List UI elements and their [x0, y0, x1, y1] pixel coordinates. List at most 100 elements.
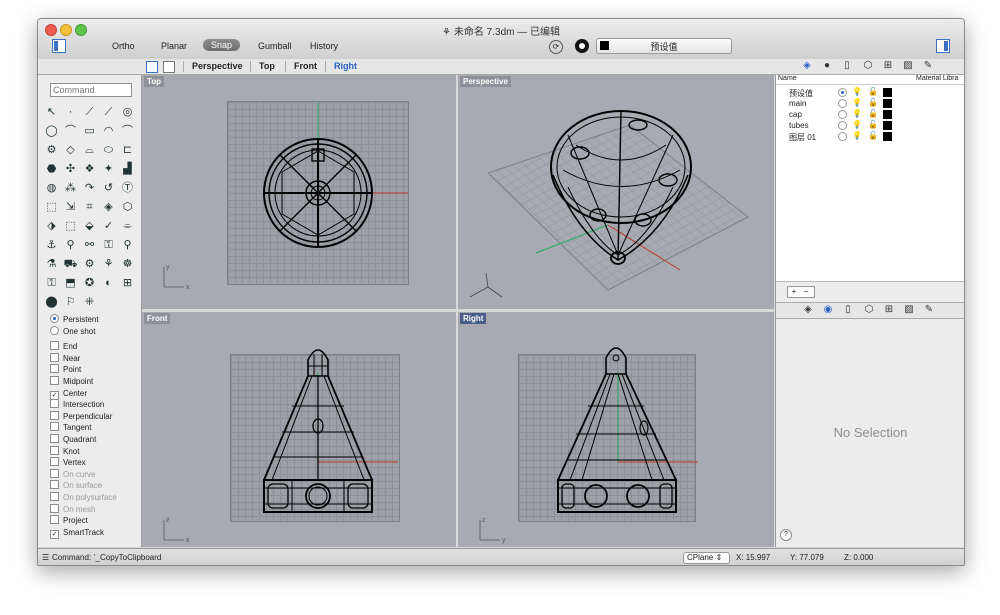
remove-layer-button[interactable]: −: [800, 287, 812, 297]
current-layer-radio[interactable]: [838, 88, 847, 97]
four-viewport-icon[interactable]: [146, 61, 158, 73]
checkbox[interactable]: [50, 375, 59, 385]
tab-perspective[interactable]: Perspective: [192, 61, 243, 71]
layer-row[interactable]: 图层 01 💡 🔓: [776, 131, 964, 142]
tool-icon[interactable]: ⬣: [43, 161, 60, 178]
osnap-midpoint[interactable]: Midpoint: [50, 375, 140, 388]
current-layer-radio[interactable]: [838, 121, 847, 130]
viewport-grid-icon[interactable]: ⊞: [883, 304, 895, 316]
layer-color-swatch[interactable]: [883, 132, 892, 141]
viewport-right[interactable]: z y Right: [458, 312, 774, 547]
lightbulb-icon[interactable]: 💡: [852, 131, 862, 140]
material-icon[interactable]: ▨: [902, 60, 914, 72]
tool-icon[interactable]: ⚲: [62, 237, 79, 254]
osnap-smarttrack[interactable]: ✓ SmartTrack: [50, 527, 140, 539]
tool-icon[interactable]: ⌒: [119, 123, 136, 140]
add-layer-button[interactable]: +: [788, 287, 800, 297]
command-input[interactable]: [50, 83, 132, 97]
osnap-center[interactable]: ✓ Center: [50, 388, 140, 400]
osnap-project[interactable]: Project: [50, 515, 140, 527]
lock-icon[interactable]: 🔓: [868, 98, 878, 107]
command-history-icon[interactable]: ☰: [42, 553, 49, 562]
osnap-quadrant[interactable]: Quadrant: [50, 433, 140, 446]
tool-icon[interactable]: ◐: [100, 275, 117, 292]
object-properties-icon[interactable]: ●: [821, 60, 833, 72]
object-properties-icon[interactable]: ◉: [822, 304, 834, 316]
tool-icon[interactable]: ⚗: [43, 256, 60, 273]
lightbulb-icon[interactable]: 💡: [852, 109, 862, 118]
tool-icon[interactable]: ↺: [100, 180, 117, 197]
layer-row[interactable]: main 💡 🔓: [776, 98, 964, 109]
tool-icon[interactable]: ❖: [81, 161, 98, 178]
tool-icon[interactable]: ⚙: [81, 256, 98, 273]
planar-button[interactable]: Planar: [161, 41, 187, 51]
radio-button[interactable]: [50, 325, 59, 335]
checkbox[interactable]: [50, 352, 59, 362]
tool-icon[interactable]: ✦: [100, 161, 117, 178]
layer-color-swatch[interactable]: [883, 99, 892, 108]
lightbulb-icon[interactable]: 💡: [852, 87, 862, 96]
osnap-near[interactable]: Near: [50, 352, 140, 365]
tab-top[interactable]: Top: [259, 61, 275, 71]
tool-icon[interactable]: ⚐: [62, 294, 79, 311]
history-button[interactable]: History: [310, 41, 338, 51]
lightbulb-icon[interactable]: 💡: [852, 98, 862, 107]
column-material[interactable]: Material Libra: [916, 75, 958, 82]
layer-row[interactable]: cap 💡 🔓: [776, 109, 964, 120]
checkbox[interactable]: ✓: [50, 529, 59, 539]
viewport-label-top[interactable]: Top: [144, 76, 165, 87]
current-layer-radio[interactable]: [838, 99, 847, 108]
tool-icon[interactable]: ⚿: [100, 237, 117, 254]
tool-icon[interactable]: ⟋: [100, 104, 117, 121]
tool-icon[interactable]: ⬤: [43, 294, 60, 311]
layers-icon[interactable]: ◈: [801, 60, 813, 72]
column-name[interactable]: Name: [778, 75, 797, 82]
document-icon[interactable]: ▯: [842, 304, 854, 316]
single-viewport-icon[interactable]: [163, 61, 175, 73]
current-layer-radio[interactable]: [838, 110, 847, 119]
viewport-label-right[interactable]: Right: [460, 313, 487, 324]
tool-icon[interactable]: ◈: [100, 199, 117, 216]
cplane-select[interactable]: CPlane ⇕: [683, 552, 730, 564]
checkbox[interactable]: [50, 515, 59, 525]
tab-right[interactable]: Right: [334, 61, 357, 71]
layer-color-swatch[interactable]: [883, 121, 892, 130]
lightbulb-icon[interactable]: 💡: [852, 120, 862, 129]
osnap-tangent[interactable]: Tangent: [50, 422, 140, 434]
tool-icon[interactable]: ⚯: [81, 237, 98, 254]
material-icon[interactable]: ▨: [903, 304, 915, 316]
lock-icon[interactable]: 🔓: [868, 131, 878, 140]
document-icon[interactable]: ▯: [841, 60, 853, 72]
tool-icon[interactable]: ◯: [43, 123, 60, 140]
tool-icon[interactable]: ⌒: [62, 123, 79, 140]
tool-icon[interactable]: ⬭: [100, 142, 117, 159]
object-box-icon[interactable]: ⬡: [863, 304, 875, 316]
tool-icon[interactable]: ⌓: [81, 142, 98, 159]
tool-icon[interactable]: ↷: [81, 180, 98, 197]
tool-icon[interactable]: ⬡: [119, 199, 136, 216]
tool-icon[interactable]: ⬙: [81, 218, 98, 235]
tool-icon[interactable]: ⚘: [100, 256, 117, 273]
object-snap-dot-icon[interactable]: [575, 39, 589, 53]
osnap-end[interactable]: End: [50, 341, 140, 353]
tool-icon[interactable]: ⚿: [43, 275, 60, 292]
notes-icon[interactable]: ✎: [922, 60, 934, 72]
osnap-perpendicular[interactable]: Perpendicular: [50, 410, 140, 423]
tool-icon[interactable]: ⛟: [62, 256, 79, 273]
checkbox[interactable]: [50, 422, 59, 432]
tool-icon[interactable]: Ⓣ: [119, 180, 136, 197]
tool-icon[interactable]: ⬗: [43, 218, 60, 235]
checkbox[interactable]: [50, 433, 59, 443]
tool-icon[interactable]: ·: [62, 104, 79, 121]
tab-front[interactable]: Front: [294, 61, 317, 71]
osnap-vertex[interactable]: Vertex: [50, 457, 140, 469]
lock-icon[interactable]: 🔓: [868, 109, 878, 118]
tool-icon[interactable]: ⚓: [43, 237, 60, 254]
layer-color-swatch[interactable]: [883, 110, 892, 119]
checkbox[interactable]: [50, 341, 59, 351]
tool-icon[interactable]: ⚙: [43, 142, 60, 159]
tool-icon[interactable]: ⌯: [119, 218, 136, 235]
tool-icon[interactable]: ⟋: [81, 104, 98, 121]
left-sidebar-toggle-icon[interactable]: [52, 39, 66, 53]
layers-icon[interactable]: ◈: [802, 304, 814, 316]
